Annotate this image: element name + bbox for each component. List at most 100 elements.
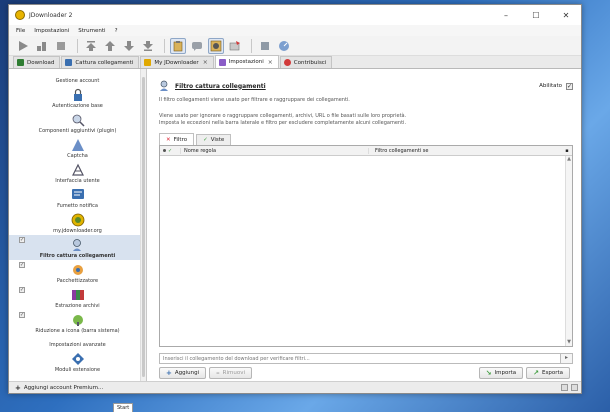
scroll-down-icon[interactable]: ▼	[566, 339, 572, 346]
main-tabs: Download Cattura collegamenti My JDownlo…	[9, 55, 581, 69]
panel-description-line: Viene usato per ignorare o raggruppare c…	[159, 113, 407, 119]
update-button[interactable]	[257, 38, 273, 54]
tab-label: Impostazioni	[228, 59, 264, 65]
status-icon[interactable]	[571, 384, 578, 391]
menu-strumenti[interactable]: Strumenti	[78, 28, 105, 34]
sidebar-item-autenticazione-base[interactable]: Autenticazione base	[9, 85, 146, 110]
auto-start-button[interactable]	[208, 37, 224, 54]
tab-impostazioni[interactable]: Impostazioni ×	[214, 55, 279, 68]
move-bottom-button[interactable]	[140, 38, 156, 54]
table-scrollbar[interactable]: ▲ ▼	[565, 156, 572, 346]
filter-x-icon: ✕	[166, 136, 171, 143]
dot-icon	[163, 149, 166, 152]
tab-label: Download	[27, 59, 55, 66]
link-grabber-icon	[65, 59, 73, 66]
test-link-input[interactable]	[159, 353, 561, 364]
maximize-button[interactable]: ☐	[521, 5, 551, 25]
menu-impostazioni[interactable]: Impostazioni	[34, 28, 69, 34]
sidebar-scrollbar[interactable]	[140, 69, 146, 381]
sidebar-item-checkbox[interactable]: ✓	[19, 312, 25, 318]
subtab-filtro[interactable]: ✕ Filtro	[159, 133, 195, 145]
plus-icon: +	[166, 369, 172, 377]
ui-icon	[71, 163, 85, 177]
sidebar-item-checkbox[interactable]: ✓	[19, 237, 25, 243]
sidebar-item-impostazioni-avanzate[interactable]: Impostazioni avanzate	[9, 335, 146, 349]
sidebar-item-pacchettizzatore[interactable]: ✓ Pacchettizzatore	[9, 260, 146, 285]
sidebar-item-gestione-account[interactable]: Gestione account	[9, 69, 146, 85]
add-button[interactable]: + Aggiungi	[159, 367, 207, 379]
scroll-up-icon[interactable]: ▲	[566, 156, 572, 163]
sidebar-item-myjdownloader[interactable]: my.jdownloader.org	[9, 210, 146, 235]
export-label: Esporta	[542, 370, 563, 376]
menu-help[interactable]: ?	[115, 28, 118, 34]
move-down-button[interactable]	[121, 38, 137, 54]
tab-close-icon[interactable]: ×	[203, 59, 208, 66]
play-button[interactable]	[15, 38, 31, 54]
sidebar-item-filtro-cattura-collegamenti[interactable]: ✓ Filtro cattura collegamenti	[9, 235, 146, 260]
sidebar-item-checkbox[interactable]: ✓	[19, 262, 25, 268]
subtab-viste[interactable]: ✓ Viste	[196, 134, 232, 145]
column-header-filtro[interactable]: Filtro collegamenti se	[368, 147, 562, 154]
sidebar-item-captcha[interactable]: Captcha	[9, 135, 146, 160]
speed-limit-button[interactable]	[276, 38, 292, 54]
panel-description-line: Imposta le eccezioni nella barra lateral…	[159, 120, 407, 126]
tab-label: Contribuisci	[293, 59, 327, 66]
panel-description-detail: Viene usato per ignorare o raggruppare c…	[159, 113, 573, 127]
minimize-button[interactable]: –	[491, 5, 521, 25]
column-header-nome-regola[interactable]: Nome regola	[180, 147, 368, 154]
enabled-checkbox[interactable]: ✓	[566, 82, 573, 90]
sidebar-item-riduzione-icona[interactable]: ✓ Riduzione a icona (barra sistema)	[9, 310, 146, 335]
sidebar-item-checkbox[interactable]: ✓	[19, 287, 25, 293]
my-jdownloader-icon	[144, 59, 152, 66]
tab-cattura-collegamenti[interactable]: Cattura collegamenti	[61, 56, 140, 68]
subtab-label: Viste	[210, 137, 225, 143]
panel-header: Filtro cattura collegamenti Abilitato ✓	[159, 79, 573, 93]
remove-button[interactable]: – Rimuovi	[209, 367, 252, 379]
status-icon[interactable]	[561, 384, 568, 391]
filter-icon	[159, 80, 171, 92]
window-title: JDownloader 2	[29, 11, 73, 19]
toolbar-separator	[251, 38, 252, 53]
add-account-icon[interactable]: +	[15, 384, 21, 392]
toolbar-separator	[77, 38, 78, 53]
import-button[interactable]: ↘ Importa	[478, 367, 524, 379]
menu-file[interactable]: File	[16, 28, 25, 34]
sidebar-item-moduli-estensione[interactable]: Moduli estensione	[9, 349, 146, 374]
move-top-button[interactable]	[83, 38, 99, 54]
sidebar-scroll-thumb[interactable]	[142, 77, 145, 377]
captcha-icon	[71, 138, 85, 152]
sidebar-item-label: Pacchettizzatore	[56, 278, 99, 284]
column-settings-icon[interactable]: ▪	[562, 148, 572, 154]
button-spacer	[255, 367, 479, 379]
move-up-button[interactable]	[102, 38, 118, 54]
tab-download[interactable]: Download	[13, 56, 61, 68]
add-premium-account-link[interactable]: Aggiungi account Premium...	[24, 385, 103, 391]
sidebar-item-label: Moduli estensione	[54, 367, 101, 373]
title-bar[interactable]: JDownloader 2 – ☐ ✕	[9, 5, 581, 25]
test-run-button[interactable]: ▸	[561, 353, 573, 364]
sidebar-item-estrazione-archivi[interactable]: ✓ Estrazione archivi	[9, 285, 146, 310]
stop-button[interactable]	[53, 38, 69, 54]
arrow-up-icon	[105, 40, 115, 51]
sidebar-item-interfaccia-utente[interactable]: Interfaccia utente	[9, 160, 146, 185]
check-icon: ✓	[168, 147, 173, 154]
close-button[interactable]: ✕	[551, 5, 581, 25]
packagizer-icon	[71, 263, 85, 277]
export-button[interactable]: ↗ Esporta	[526, 367, 570, 379]
sidebar-item-label: Riduzione a icona (barra sistema)	[35, 328, 120, 334]
pause-button[interactable]	[34, 38, 50, 54]
tab-contribuisci[interactable]: Contribuisci	[279, 56, 333, 68]
reconnect-button[interactable]	[227, 38, 243, 54]
settings-panel: Filtro cattura collegamenti Abilitato ✓ …	[147, 69, 581, 381]
sidebar-item-fumetto-notifica[interactable]: Fumetto notifica	[9, 185, 146, 210]
table-header: ✓ Nome regola Filtro collegamenti se ▪	[160, 146, 572, 156]
tab-my-jdownloader[interactable]: My JDownloader ×	[140, 56, 214, 68]
enabled-column-header[interactable]: ✓	[160, 148, 180, 154]
sidebar-item-componenti-aggiuntivi[interactable]: Componenti aggiuntivi (plugin)	[9, 110, 146, 135]
clipboard-observer-button[interactable]	[170, 37, 186, 54]
subtab-label: Filtro	[173, 136, 188, 143]
sidebar-item-label: Componenti aggiuntivi (plugin)	[38, 128, 117, 134]
sidebar-item-label: Impostazioni avanzate	[49, 342, 106, 348]
tab-close-icon[interactable]: ×	[268, 59, 273, 66]
auto-confirm-button[interactable]	[189, 38, 205, 54]
